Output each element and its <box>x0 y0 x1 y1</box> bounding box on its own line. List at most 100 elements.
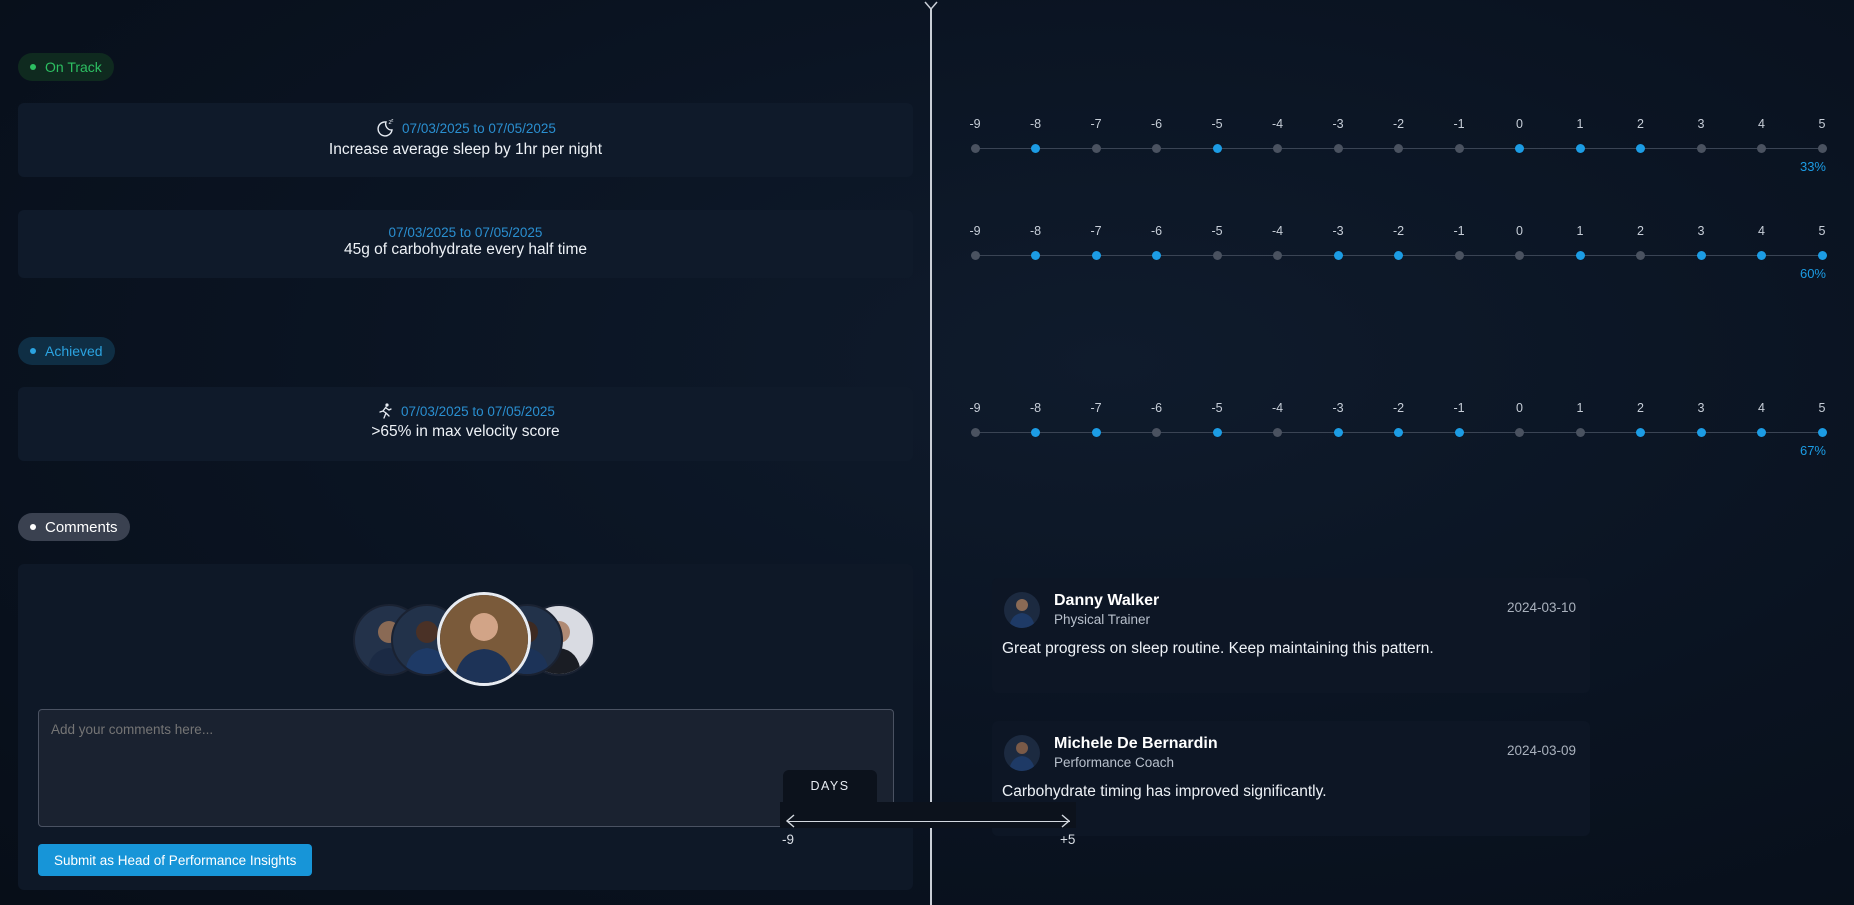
range-right-handle-icon[interactable] <box>1058 814 1072 828</box>
timeline-tick-label: -7 <box>1090 401 1102 415</box>
days-tab[interactable]: DAYS <box>783 770 877 802</box>
timeline-day-dot[interactable] <box>1757 428 1766 437</box>
timeline-day-dot[interactable] <box>1152 144 1161 153</box>
timeline-day-dot[interactable] <box>1031 251 1040 260</box>
timeline-tick-label: -1 <box>1453 117 1465 131</box>
comment-date: 2024-03-10 <box>1506 600 1576 615</box>
goal-timeline-sleep: -9 -8 -7 -6 -5 -4 -3 -2 -1 0 1 2 3 4 5 33% <box>965 117 1831 177</box>
goal-timeline-velocity: -9 -8 -7 -6 -5 -4 -3 -2 -1 0 1 2 3 4 5 67% <box>965 401 1831 461</box>
days-control-background <box>780 802 1076 828</box>
goal-dates: 07/03/2025 to 07/05/2025 <box>402 120 556 136</box>
timeline-tick-label: -5 <box>1211 117 1223 131</box>
goal-dates: 07/03/2025 to 07/05/2025 <box>388 225 543 240</box>
timeline-day-dot[interactable] <box>1152 428 1161 437</box>
timeline-day-dot[interactable] <box>1212 428 1222 437</box>
goal-title: Increase average sleep by 1hr per night <box>328 141 603 158</box>
timeline-tick-label: -3 <box>1332 117 1344 131</box>
days-range-control[interactable]: DAYS -9 +5 <box>780 768 1080 868</box>
timeline-day-dot[interactable] <box>1696 428 1706 437</box>
timeline-day-dot[interactable] <box>1636 144 1645 153</box>
timeline-day-dot[interactable] <box>1273 251 1282 260</box>
timeline-day-dot[interactable] <box>1575 144 1585 153</box>
timeline-tick-label: -4 <box>1271 224 1284 238</box>
goal-card-velocity[interactable]: 07/03/2025 to 07/05/2025 >65% in max vel… <box>18 387 913 461</box>
timeline-tick-label: -2 <box>1392 401 1405 415</box>
timeline-day-dot[interactable] <box>1212 251 1222 260</box>
timeline-tick-label: -6 <box>1150 117 1163 131</box>
days-max-label: +5 <box>1060 832 1076 847</box>
timeline-day-dot[interactable] <box>1152 251 1161 260</box>
timeline-tick-label: 4 <box>1758 224 1765 238</box>
timeline-tick-label: -5 <box>1211 401 1223 415</box>
timeline-day-dot[interactable] <box>1636 428 1645 437</box>
status-badge-on-track: On Track <box>18 53 114 81</box>
timeline-tick-label: -5 <box>1211 224 1223 238</box>
timeline-tick-label: -9 <box>969 117 981 131</box>
timeline-tick-label: -3 <box>1332 224 1344 238</box>
avatar-group <box>335 592 635 686</box>
timeline-tick-label: 2 <box>1637 117 1644 131</box>
comment-date: 2024-03-09 <box>1506 743 1576 758</box>
comment-author: Michele De Bernardin <box>1054 735 1218 752</box>
timeline-tick-label: 0 <box>1516 117 1523 131</box>
goal-progress-percent: 67% <box>1799 443 1826 458</box>
timeline-day-dot[interactable] <box>1333 144 1343 153</box>
timeline-day-dot[interactable] <box>1515 251 1524 260</box>
timeline-tick-label: -1 <box>1453 401 1465 415</box>
timeline-tick-label: 5 <box>1818 117 1826 131</box>
timeline-day-dot[interactable] <box>1817 251 1827 260</box>
range-left-handle-icon[interactable] <box>784 814 798 828</box>
timeline-day-dot[interactable] <box>1091 251 1101 260</box>
timeline-day-dot[interactable] <box>970 144 980 153</box>
timeline-day-dot[interactable] <box>1515 428 1524 437</box>
timeline-day-dot[interactable] <box>1515 144 1524 153</box>
timeline-day-dot[interactable] <box>1757 144 1766 153</box>
timeline-day-dot[interactable] <box>1636 251 1645 260</box>
days-min-label: -9 <box>782 832 795 847</box>
timeline-day-dot[interactable] <box>1394 144 1403 153</box>
timeline-day-dot[interactable] <box>1454 251 1464 260</box>
goal-card-carbohydrate[interactable]: 07/03/2025 to 07/05/2025 45g of carbohyd… <box>18 210 913 278</box>
timeline-day-dot[interactable] <box>1454 428 1464 437</box>
comment-input[interactable] <box>38 709 894 827</box>
timeline-day-dot[interactable] <box>1696 144 1706 153</box>
timeline-tick-label: -4 <box>1271 401 1284 415</box>
avatar-selected[interactable] <box>437 592 531 686</box>
timeline-day-dot[interactable] <box>970 251 980 260</box>
timeline-day-dot[interactable] <box>1333 428 1343 437</box>
timeline-tick-label: -1 <box>1453 224 1465 238</box>
timeline-day-dot[interactable] <box>1817 428 1827 437</box>
timeline-day-dot[interactable] <box>1575 251 1585 260</box>
timeline-day-dot[interactable] <box>1273 144 1282 153</box>
timeline-day-dot[interactable] <box>1031 428 1040 437</box>
timeline-day-dot[interactable] <box>1273 428 1282 437</box>
goal-timeline-carbohydrate: -9 -8 -7 -6 -5 -4 -3 -2 -1 0 1 2 3 4 5 60% <box>965 224 1831 284</box>
goal-card-sleep[interactable]: z z 07/03/2025 to 07/05/2025 Increase av… <box>18 103 913 177</box>
timeline-day-dot[interactable] <box>1031 144 1040 153</box>
timeline-day-dot[interactable] <box>1757 251 1766 260</box>
timeline-tick-label: -2 <box>1392 117 1405 131</box>
status-dot <box>30 348 36 354</box>
timeline-tick-label: 0 <box>1516 401 1523 415</box>
goal-progress-percent: 33% <box>1799 159 1826 174</box>
timeline-day-dot[interactable] <box>1394 251 1403 260</box>
timeline-day-dot[interactable] <box>1091 144 1101 153</box>
comment-card: Michele De Bernardin Performance Coach 2… <box>992 721 1590 836</box>
submit-comment-button[interactable]: Submit as Head of Performance Insights <box>38 844 313 876</box>
timeline-tick-label: 2 <box>1637 401 1644 415</box>
timeline-tick-label: -7 <box>1090 117 1102 131</box>
timeline-day-dot[interactable] <box>970 428 980 437</box>
timeline-day-dot[interactable] <box>1817 144 1827 153</box>
timeline-tick-label: 1 <box>1576 117 1584 131</box>
timeline-day-dot[interactable] <box>1454 144 1464 153</box>
timeline-day-dot[interactable] <box>1575 428 1585 437</box>
timeline-day-dot[interactable] <box>1091 428 1101 437</box>
timeline-day-dot[interactable] <box>1212 144 1222 153</box>
timeline-tick-label: -2 <box>1392 224 1405 238</box>
goal-progress-percent: 60% <box>1799 266 1826 281</box>
avatar <box>1004 735 1040 771</box>
timeline-day-dot[interactable] <box>1333 251 1343 260</box>
timeline-tick-label: 5 <box>1818 224 1826 238</box>
timeline-day-dot[interactable] <box>1696 251 1706 260</box>
timeline-day-dot[interactable] <box>1394 428 1403 437</box>
